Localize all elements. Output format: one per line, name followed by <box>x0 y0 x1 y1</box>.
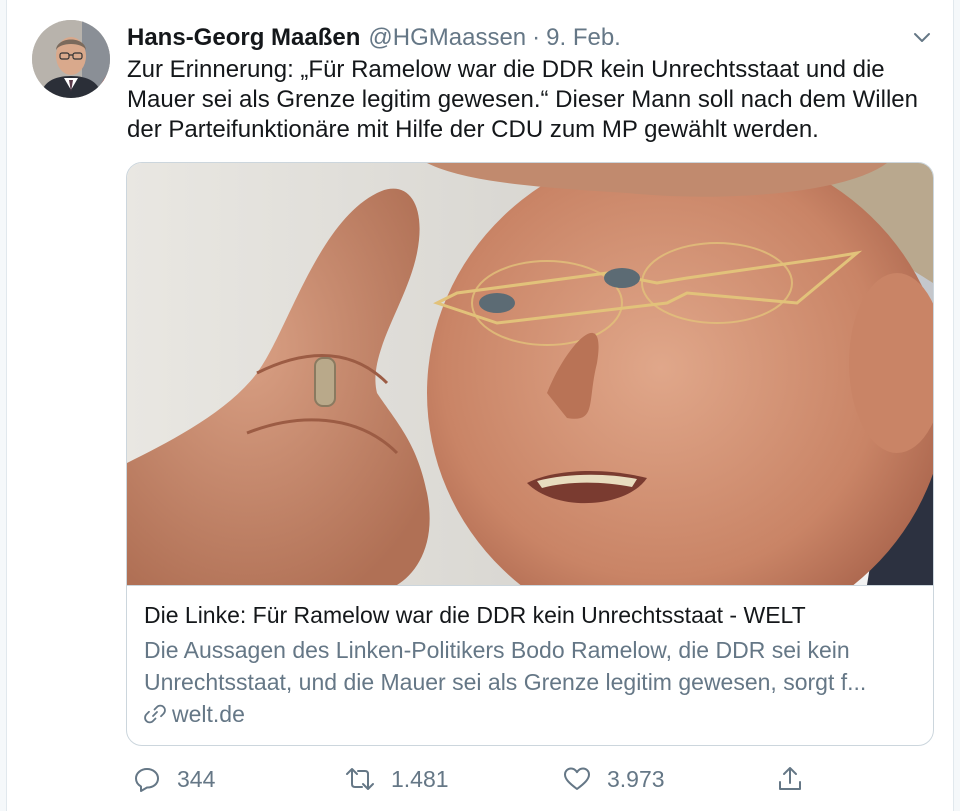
like-button[interactable]: 3.973 <box>563 762 665 796</box>
tweet-timestamp[interactable]: 9. Feb. <box>546 22 621 54</box>
card-description: Die Aussagen des Linken-Politikers Bodo … <box>144 634 917 698</box>
reply-button[interactable]: 344 <box>133 762 215 796</box>
tweet-header: Hans-Georg Maaßen @HGMaassen · 9. Feb. <box>127 22 621 54</box>
retweet-icon <box>346 768 374 790</box>
card-domain-text: welt.de <box>172 701 245 727</box>
tweet-container: Hans-Georg Maaßen @HGMaassen · 9. Feb. Z… <box>6 0 954 811</box>
tweet-text-line: der Parteifunktionäre mit Hilfe der CDU … <box>127 116 819 143</box>
card-title: Die Linke: Für Ramelow war die DDR kein … <box>144 602 806 628</box>
card-body: Die Linke: Für Ramelow war die DDR kein … <box>127 586 933 729</box>
tweet-actions: 344 1.481 3.973 <box>133 762 813 796</box>
card-description-line: Unrechtsstaat, und die Mauer sei als Gre… <box>144 669 867 695</box>
tweet-text: Zur Erinnerung: „Für Ramelow war die DDR… <box>127 55 927 145</box>
link-card[interactable]: Die Linke: Für Ramelow war die DDR kein … <box>126 162 934 746</box>
separator-dot: · <box>532 24 541 51</box>
link-icon <box>144 704 166 724</box>
retweet-count: 1.481 <box>391 765 449 792</box>
tweet-text-line: Zur Erinnerung: „Für Ramelow war die DDR… <box>127 56 885 83</box>
card-description-line: Die Aussagen des Linken-Politikers Bodo … <box>144 637 850 663</box>
author-handle[interactable]: @HGMaassen <box>368 22 526 54</box>
chevron-down-icon[interactable] <box>911 26 933 48</box>
share-button[interactable] <box>776 762 820 796</box>
reply-icon <box>135 768 159 792</box>
card-domain: welt.de <box>144 699 917 729</box>
avatar[interactable] <box>32 20 110 98</box>
share-icon <box>779 767 801 790</box>
retweet-button[interactable]: 1.481 <box>345 762 449 796</box>
tweet-text-line: Mauer sei als Grenze legitim gewesen.“ D… <box>127 86 918 113</box>
like-count: 3.973 <box>607 765 665 792</box>
reply-count: 344 <box>177 765 216 792</box>
author-display-name[interactable]: Hans-Georg Maaßen <box>127 22 360 54</box>
card-image[interactable] <box>127 163 933 586</box>
heart-icon <box>564 767 590 790</box>
